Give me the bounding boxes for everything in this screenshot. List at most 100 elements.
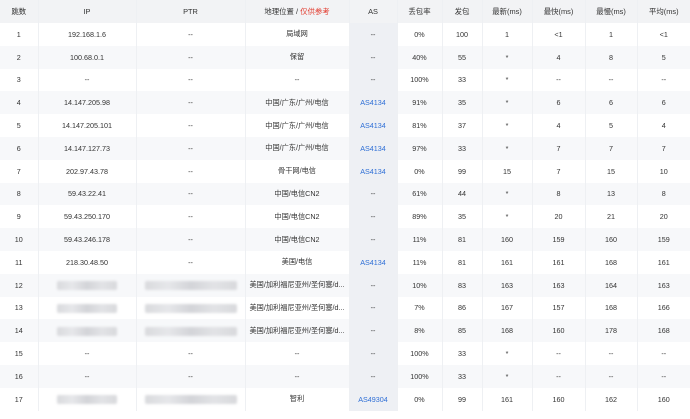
table-row: 10 59.43.246.178 -- 中国/电信CN2 -- 11% 81 160 159 16… [0, 228, 690, 251]
location-text: 中国/广东/广州/电信 [265, 143, 329, 153]
cell-last: * [482, 45, 533, 69]
cell-ip: 14.147.205.98 [38, 91, 137, 115]
cell-hop: 3 [0, 68, 39, 92]
cell-last: * [482, 364, 533, 388]
cell-hop: 6 [0, 136, 39, 160]
cell-loss: 11% [397, 250, 443, 274]
as-link[interactable]: AS4134 [360, 258, 386, 267]
cell-worst: -- [585, 342, 638, 365]
cell-loss: 10% [397, 273, 443, 297]
as-link[interactable]: AS4134 [360, 98, 386, 107]
cell-best: -- [532, 364, 586, 388]
cell-best: 4 [532, 114, 586, 137]
cell-avg: 166 [657, 303, 670, 313]
cell-last: 161 [482, 387, 533, 411]
cell-worst: 160 [585, 228, 638, 251]
cell-loc: 中国/电信CN2 [245, 228, 350, 251]
cell-ip [38, 387, 137, 411]
cell-sent: 44 [442, 182, 483, 206]
cell-worst: -- [585, 364, 638, 388]
cell-loss: 100% [397, 68, 443, 92]
cell-ip: 14.147.205.101 [38, 114, 137, 137]
cell-loc: 美国/电信 [245, 250, 350, 274]
cell-last: * [482, 182, 533, 206]
cell-loc: 美国/加利福尼亚州/圣何塞/d... [245, 273, 350, 297]
as-link[interactable]: AS4134 [360, 144, 386, 153]
table-row: 5 14.147.205.101 -- 中国/广东/广州/电信 AS4134 81% 37 *… [0, 114, 690, 137]
cell-hop: 8 [0, 182, 39, 206]
cell-avg: 8 [661, 189, 666, 199]
location-text: -- [294, 349, 300, 359]
location-header-label: 地理位置 [264, 7, 294, 16]
cell-best: -- [532, 68, 586, 92]
cell-worst: 21 [585, 205, 638, 229]
cell-as: -- [349, 342, 398, 365]
as-link[interactable]: AS4134 [360, 167, 386, 176]
cell-ptr [136, 319, 246, 343]
cell-loss: 81% [397, 114, 443, 137]
cell-hop: 13 [0, 296, 39, 320]
as-link[interactable]: AS49304 [358, 395, 388, 404]
cell-best: 157 [532, 296, 586, 320]
cell-loss: 89% [397, 205, 443, 229]
cell-last: 163 [482, 273, 533, 297]
cell-worst: 15 [585, 159, 638, 183]
location-header-note: 仅供参考 [300, 7, 330, 16]
cell-as: AS4134 [349, 159, 398, 183]
redacted-ptr [144, 394, 237, 404]
cell-avg: 10 [659, 166, 668, 176]
cell-ip: 192.168.1.6 [38, 23, 137, 46]
table-row: 12 美国/加利福尼亚州/圣何塞/d... -- 10% 83 163 163 164 163 [0, 273, 690, 297]
cell-loss: 7% [397, 296, 443, 320]
cell-ptr [136, 296, 246, 320]
cell-ip: 59.43.22.41 [38, 182, 137, 206]
cell-last: * [482, 91, 533, 115]
cell-as: -- [349, 273, 398, 297]
cell-best: 8 [532, 182, 586, 206]
location-text: 保留 [289, 52, 305, 62]
table-row: 3 -- -- -- -- 100% 33 * -- -- -- [0, 68, 690, 92]
location-text: 中国/广东/广州/电信 [265, 120, 329, 130]
col-ptr-header: PTR [136, 0, 246, 23]
cell-worst: 168 [585, 296, 638, 320]
cell-avg: 4 [661, 121, 666, 131]
cell-sent: 100 [442, 23, 483, 46]
cell-as: -- [349, 296, 398, 320]
cell-last: * [482, 205, 533, 229]
cell-worst: 1 [585, 23, 638, 46]
cell-last: 1 [482, 23, 533, 46]
cell-last: 168 [482, 319, 533, 343]
cell-ptr: -- [136, 364, 246, 388]
cell-ptr: -- [136, 68, 246, 92]
table-row: 14 美国/加利福尼亚州/圣何塞/d... -- 8% 85 168 160 178 168 [0, 319, 690, 343]
cell-avg: -- [661, 349, 667, 359]
cell-loss: 91% [397, 91, 443, 115]
table-body: 1 192.168.1.6 -- 局域网 -- 0% 100 1 <1 1 <1 2 100.68.0.… [0, 23, 690, 411]
table-row: 8 59.43.22.41 -- 中国/电信CN2 -- 61% 44 * 8 13 8 [0, 182, 690, 206]
cell-sent: 33 [442, 364, 483, 388]
as-link[interactable]: AS4134 [360, 121, 386, 130]
cell-loss: 100% [397, 364, 443, 388]
cell-hop: 15 [0, 342, 39, 365]
cell-worst: 164 [585, 273, 638, 297]
cell-best: 7 [532, 136, 586, 160]
cell-last: * [482, 68, 533, 92]
cell-ip [38, 273, 137, 297]
cell-loc: 中国/电信CN2 [245, 205, 350, 229]
cell-ptr: -- [136, 91, 246, 115]
cell-as: -- [349, 182, 398, 206]
cell-worst: 13 [585, 182, 638, 206]
cell-ip: -- [38, 364, 137, 388]
cell-ptr: -- [136, 250, 246, 274]
cell-loc: 中国/广东/广州/电信 [245, 91, 350, 115]
location-text: 骨干网/电信 [278, 166, 316, 176]
cell-sent: 33 [442, 68, 483, 92]
col-worst-header: 最慢(ms) [585, 0, 638, 23]
cell-ptr: -- [136, 228, 246, 251]
col-hop-header: 跳数 [0, 0, 39, 23]
cell-ip: 202.97.43.78 [38, 159, 137, 183]
redacted-ip [57, 394, 117, 404]
cell-as: -- [349, 68, 398, 92]
cell-avg: 161 [657, 257, 670, 267]
cell-best: 159 [532, 228, 586, 251]
